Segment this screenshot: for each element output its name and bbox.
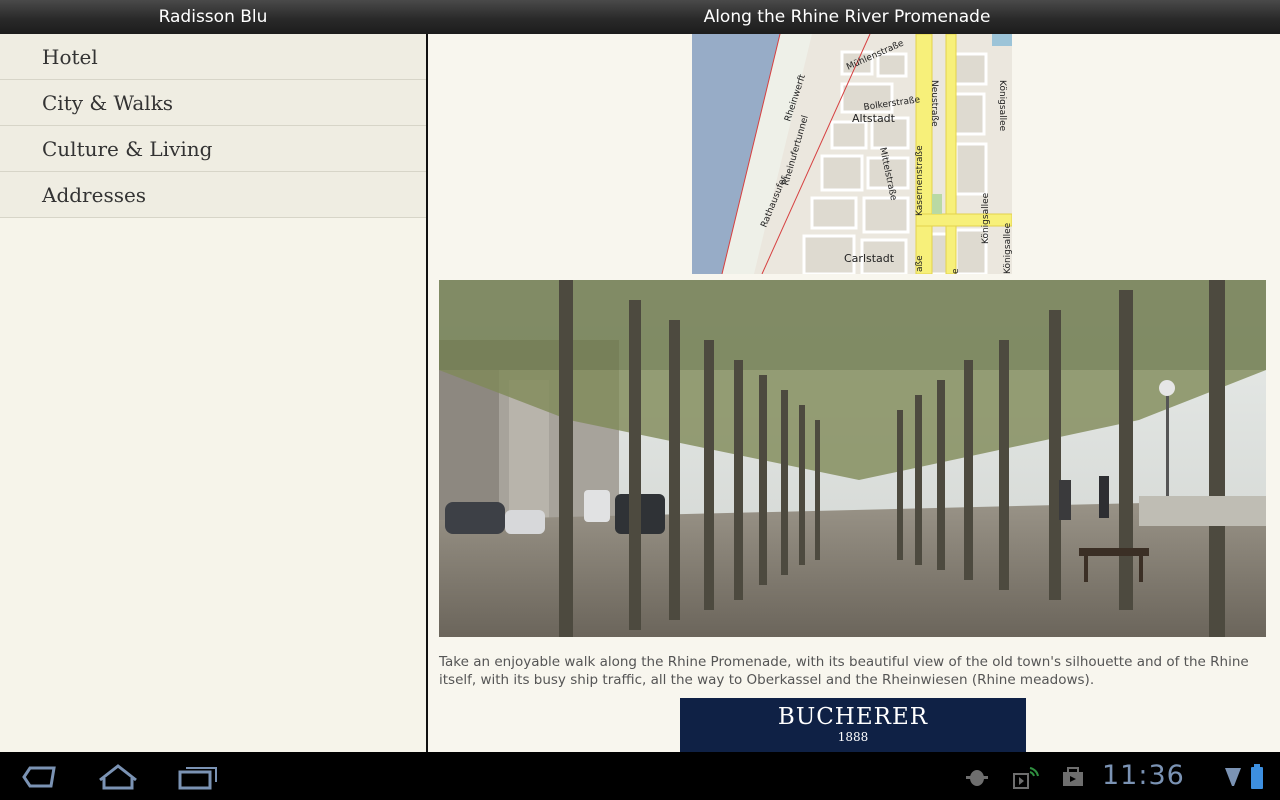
map-label-e-fragment: e — [951, 268, 961, 274]
sidebar-item-addresses[interactable]: Addresses — [0, 172, 426, 218]
media-wireless-icon — [1012, 766, 1040, 794]
home-icon[interactable] — [96, 762, 140, 796]
promenade-photo — [439, 280, 1266, 637]
sidebar-item-hotel[interactable]: Hotel — [0, 34, 426, 80]
map-label-neustrasse: Neustraße — [929, 80, 939, 127]
map-image[interactable]: Mühlenstraße Rheinwerft Bolkerstraße Alt… — [692, 34, 1012, 274]
map-label-altstadt: Altstadt — [852, 112, 896, 125]
recent-apps-icon[interactable] — [176, 762, 220, 796]
map-label-koenigsallee-mid: Königsallee — [981, 192, 991, 244]
bucherer-ad-banner[interactable]: BUCHERER 1888 — [680, 698, 1026, 752]
article-content[interactable]: Mühlenstraße Rheinwerft Bolkerstraße Alt… — [428, 34, 1280, 752]
map-label-strasse-fragment: aße — [915, 255, 925, 272]
sidebar: Hotel City & Walks Culture & Living Addr… — [0, 34, 426, 752]
system-navigation-bar: 11:36 — [0, 752, 1280, 800]
map-label-kasernenstrasse: Kasernenstraße — [915, 145, 925, 216]
status-clock: 11:36 — [1102, 760, 1185, 791]
page-title: Along the Rhine River Promenade — [703, 7, 991, 27]
map-graphic: Mühlenstraße Rheinwerft Bolkerstraße Alt… — [692, 34, 1012, 274]
sidebar-item-culture-living[interactable]: Culture & Living — [0, 126, 426, 172]
signal-icon — [1224, 766, 1242, 792]
map-label-koenigsallee-bottom: Königsallee — [1003, 222, 1012, 274]
article-caption: Take an enjoyable walk along the Rhine P… — [439, 654, 1249, 688]
promenade-photo-graphic — [439, 280, 1266, 637]
ad-year: 1888 — [837, 730, 869, 744]
map-label-koenigsallee-top: Königsallee — [997, 80, 1007, 132]
ad-brand: BUCHERER — [777, 704, 929, 730]
back-icon[interactable] — [16, 762, 58, 796]
sidebar-item-city-walks[interactable]: City & Walks — [0, 80, 426, 126]
battery-icon — [1250, 764, 1264, 794]
map-label-carlstadt: Carlstadt — [844, 252, 895, 265]
shopping-bag-icon — [1060, 764, 1086, 792]
title-bar: Radisson Blu Along the Rhine River Prome… — [0, 0, 1280, 34]
app-title: Radisson Blu — [158, 7, 268, 27]
android-debug-icon — [964, 766, 990, 792]
